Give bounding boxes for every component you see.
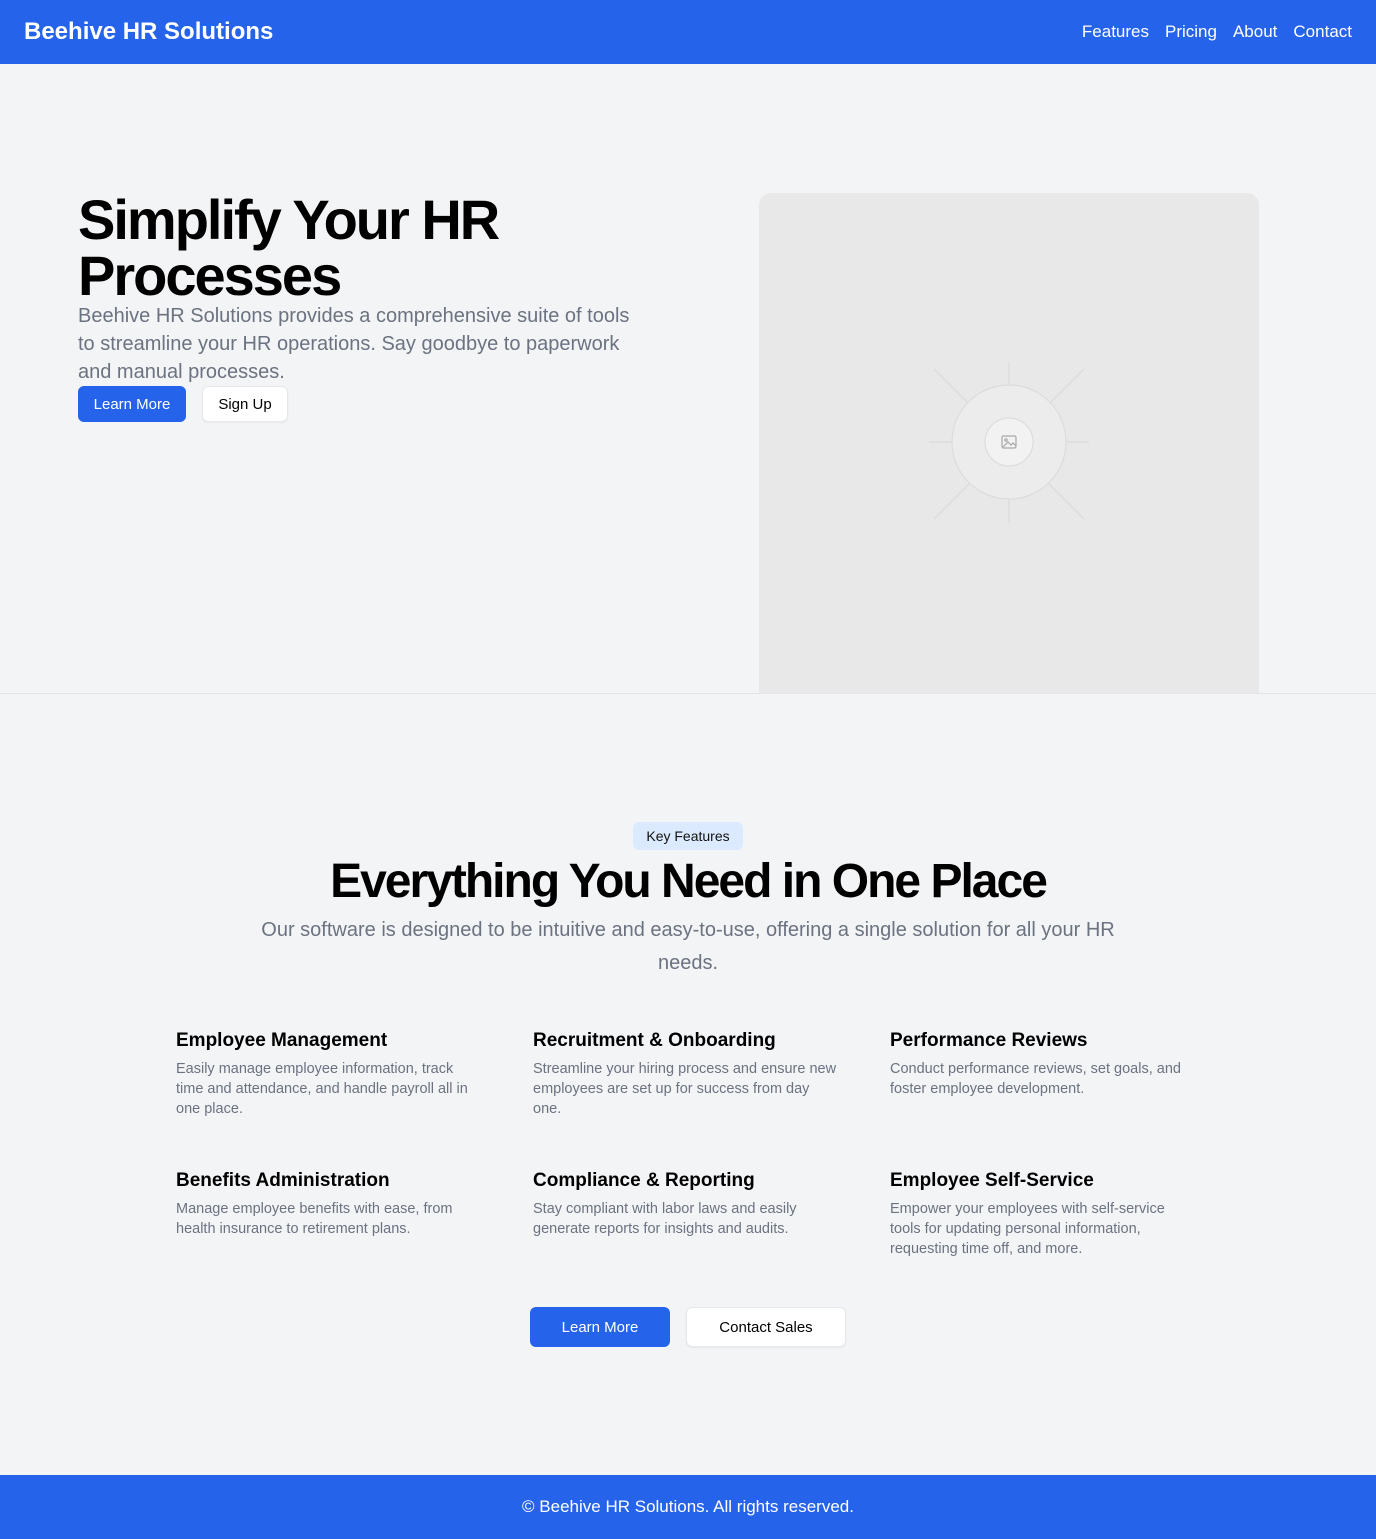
feature-title: Performance Reviews [890,1030,1088,1051]
feature-recruitment-onboarding: Recruitment & Onboarding Streamline your… [533,1028,890,1168]
nav-link-contact[interactable]: Contact [1293,22,1352,42]
feature-compliance-reporting: Compliance & Reporting Stay compliant wi… [533,1168,890,1308]
feature-title: Benefits Administration [176,1170,390,1191]
hero-title: Simplify Your HR Processes [78,188,500,307]
features-subtitle: Our software is designed to be intuitive… [261,919,1115,974]
feature-employee-self-service: Employee Self-Service Empower your emplo… [890,1168,1206,1308]
contact-sales-button[interactable]: Contact Sales [686,1307,846,1347]
site-header: Beehive HR Solutions Features Pricing Ab… [0,0,1376,64]
features-grid: Employee Management Easily manage employ… [176,1028,1206,1308]
hero-subtitle: Beehive HR Solutions provides a comprehe… [78,305,630,383]
brand-logo-text[interactable]: Beehive HR Solutions [24,18,273,46]
feature-title: Employee Self-Service [890,1170,1094,1191]
nav-link-features[interactable]: Features [1082,22,1149,42]
feature-description: Conduct performance reviews, set goals, … [890,1061,1181,1097]
sign-up-button[interactable]: Sign Up [202,386,288,422]
site-footer: © Beehive HR Solutions. All rights reser… [0,1475,1376,1539]
feature-title: Employee Management [176,1030,388,1051]
feature-description: Stay compliant with labor laws and easil… [533,1201,797,1237]
feature-description: Empower your employees with self-service… [890,1201,1165,1257]
nav-link-about[interactable]: About [1233,22,1277,42]
nav-link-pricing[interactable]: Pricing [1165,22,1217,42]
features-cta-buttons: Learn More Contact Sales [530,1307,846,1347]
feature-performance-reviews: Performance Reviews Conduct performance … [890,1028,1206,1168]
footer-copyright: © Beehive HR Solutions. All rights reser… [522,1497,854,1516]
feature-title: Recruitment & Onboarding [533,1030,776,1051]
image-placeholder-icon [929,363,1089,523]
main-nav: Features Pricing About Contact [1082,22,1352,42]
hero-image-placeholder [759,193,1259,693]
hero-section: Simplify Your HR Processes Beehive HR So… [0,64,1376,694]
features-title: Everything You Need in One Place [330,855,1048,908]
feature-description: Manage employee benefits with ease, from… [176,1201,453,1237]
learn-more-button[interactable]: Learn More [78,386,186,422]
feature-description: Easily manage employee information, trac… [176,1061,468,1117]
features-learn-more-button[interactable]: Learn More [530,1307,670,1347]
feature-description: Streamline your hiring process and ensur… [533,1061,837,1117]
feature-employee-management: Employee Management Easily manage employ… [176,1028,533,1168]
feature-benefits-administration: Benefits Administration Manage employee … [176,1168,533,1308]
hero-buttons: Learn More Sign Up [78,386,288,422]
key-features-badge: Key Features [633,822,743,850]
feature-title: Compliance & Reporting [533,1170,755,1191]
